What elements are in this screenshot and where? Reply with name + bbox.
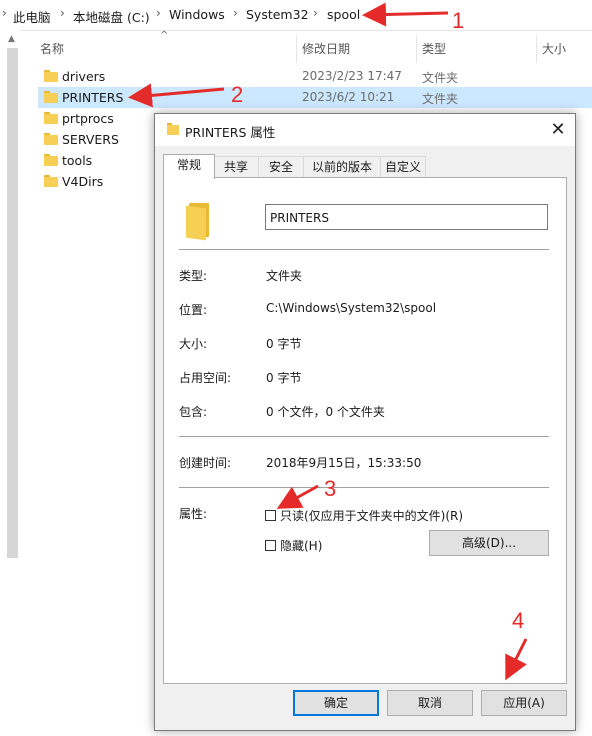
breadcrumb-separator: › <box>233 6 238 20</box>
folder-icon <box>186 203 212 241</box>
item-date: 2023/6/2 10:21 <box>302 90 395 104</box>
list-item-selected[interactable]: PRINTERS 2023/6/2 10:21 文件夹 <box>38 87 592 108</box>
folder-icon <box>44 91 58 103</box>
item-name: SERVERS <box>62 132 119 147</box>
annotation-number: 4 <box>512 608 525 633</box>
breadcrumb-this-pc[interactable]: 此电脑 <box>13 7 51 26</box>
annotation-number: 1 <box>452 8 465 33</box>
size-on-disk-label: 占用空间: <box>179 371 232 385</box>
item-name: drivers <box>62 69 106 84</box>
apply-button[interactable]: 应用(A) <box>481 690 567 716</box>
size-value: 0 字节 <box>266 337 302 351</box>
breadcrumb-windows[interactable]: Windows <box>169 7 225 22</box>
list-item[interactable]: drivers 2023/2/23 17:47 文件夹 <box>38 66 592 87</box>
general-tab-panel: PRINTERS 类型: 文件夹 位置: C:\Windows\System32… <box>163 177 567 684</box>
folder-icon <box>44 154 58 166</box>
folder-icon <box>44 70 58 82</box>
contains-label: 包含: <box>179 405 208 419</box>
item-name: prtprocs <box>62 111 114 126</box>
annotation-number: 3 <box>324 476 337 501</box>
tab-sharing[interactable]: 共享 <box>213 156 259 178</box>
hidden-checkbox[interactable] <box>265 540 276 551</box>
breadcrumb-separator: › <box>60 6 65 20</box>
dialog-title: PRINTERS 属性 <box>185 125 276 140</box>
column-divider[interactable] <box>416 35 417 63</box>
type-value: 文件夹 <box>266 269 303 283</box>
location-label: 位置: <box>179 303 208 317</box>
readonly-label[interactable]: 只读(仅应用于文件夹中的文件)(R) <box>280 507 463 524</box>
folder-icon <box>167 123 179 135</box>
breadcrumb-separator: › <box>2 6 7 20</box>
advanced-button[interactable]: 高级(D)... <box>429 530 549 556</box>
type-label: 类型: <box>179 269 208 283</box>
column-header-name[interactable]: 名称 <box>40 40 64 57</box>
ok-button[interactable]: 确定 <box>293 690 379 716</box>
scrollbar-thumb[interactable] <box>7 48 18 558</box>
column-header-date[interactable]: 修改日期 <box>302 40 350 57</box>
folder-icon <box>44 112 58 124</box>
hidden-label[interactable]: 隐藏(H) <box>280 537 322 554</box>
readonly-checkbox[interactable] <box>265 510 276 521</box>
item-type: 文件夹 <box>422 92 459 106</box>
breadcrumb-separator: › <box>313 6 318 20</box>
annotation-number: 2 <box>231 82 244 107</box>
tab-customize[interactable]: 自定义 <box>380 156 426 178</box>
column-divider[interactable] <box>536 35 537 63</box>
address-bar[interactable]: › 此电脑 › 本地磁盘 (C:) › Windows › System32 ›… <box>0 0 592 31</box>
folder-icon <box>44 133 58 145</box>
location-value: C:\Windows\System32\spool <box>266 301 437 315</box>
scroll-up-arrow-icon[interactable]: ▲ <box>8 34 15 44</box>
column-header-size[interactable]: 大小 <box>542 40 566 57</box>
breadcrumb-local-disk[interactable]: 本地磁盘 (C:) <box>73 7 150 26</box>
folder-name-input[interactable]: PRINTERS <box>265 204 548 230</box>
folder-icon <box>44 175 58 187</box>
column-divider[interactable] <box>296 35 297 63</box>
size-label: 大小: <box>179 337 208 351</box>
tab-security[interactable]: 安全 <box>258 156 304 178</box>
divider <box>179 249 549 250</box>
created-value: 2018年9月15日，15:33:50 <box>266 456 422 470</box>
breadcrumb-separator: › <box>156 6 161 20</box>
attributes-label: 属性: <box>179 507 208 521</box>
item-name: tools <box>62 153 93 168</box>
created-label: 创建时间: <box>179 456 232 470</box>
tab-general[interactable]: 常规 <box>163 154 215 179</box>
cancel-button[interactable]: 取消 <box>387 690 473 716</box>
item-date: 2023/2/23 17:47 <box>302 69 402 83</box>
divider <box>179 487 549 488</box>
sort-ascending-icon: ^ <box>160 30 169 41</box>
close-icon[interactable]: ✕ <box>543 118 573 142</box>
item-name: PRINTERS <box>62 90 124 105</box>
dialog-titlebar[interactable]: PRINTERS 属性 ✕ <box>155 114 575 146</box>
divider <box>179 436 549 437</box>
breadcrumb-system32[interactable]: System32 <box>246 7 309 22</box>
tab-previous-versions[interactable]: 以前的版本 <box>303 156 381 178</box>
properties-dialog: PRINTERS 属性 ✕ 常规 共享 安全 以前的版本 自定义 PRINTER… <box>154 113 576 731</box>
column-header-type[interactable]: 类型 <box>422 40 446 57</box>
item-type: 文件夹 <box>422 71 459 85</box>
size-on-disk-value: 0 字节 <box>266 371 302 385</box>
item-name: V4Dirs <box>62 174 104 189</box>
breadcrumb-spool[interactable]: spool <box>327 7 360 22</box>
contains-value: 0 个文件，0 个文件夹 <box>266 405 385 419</box>
